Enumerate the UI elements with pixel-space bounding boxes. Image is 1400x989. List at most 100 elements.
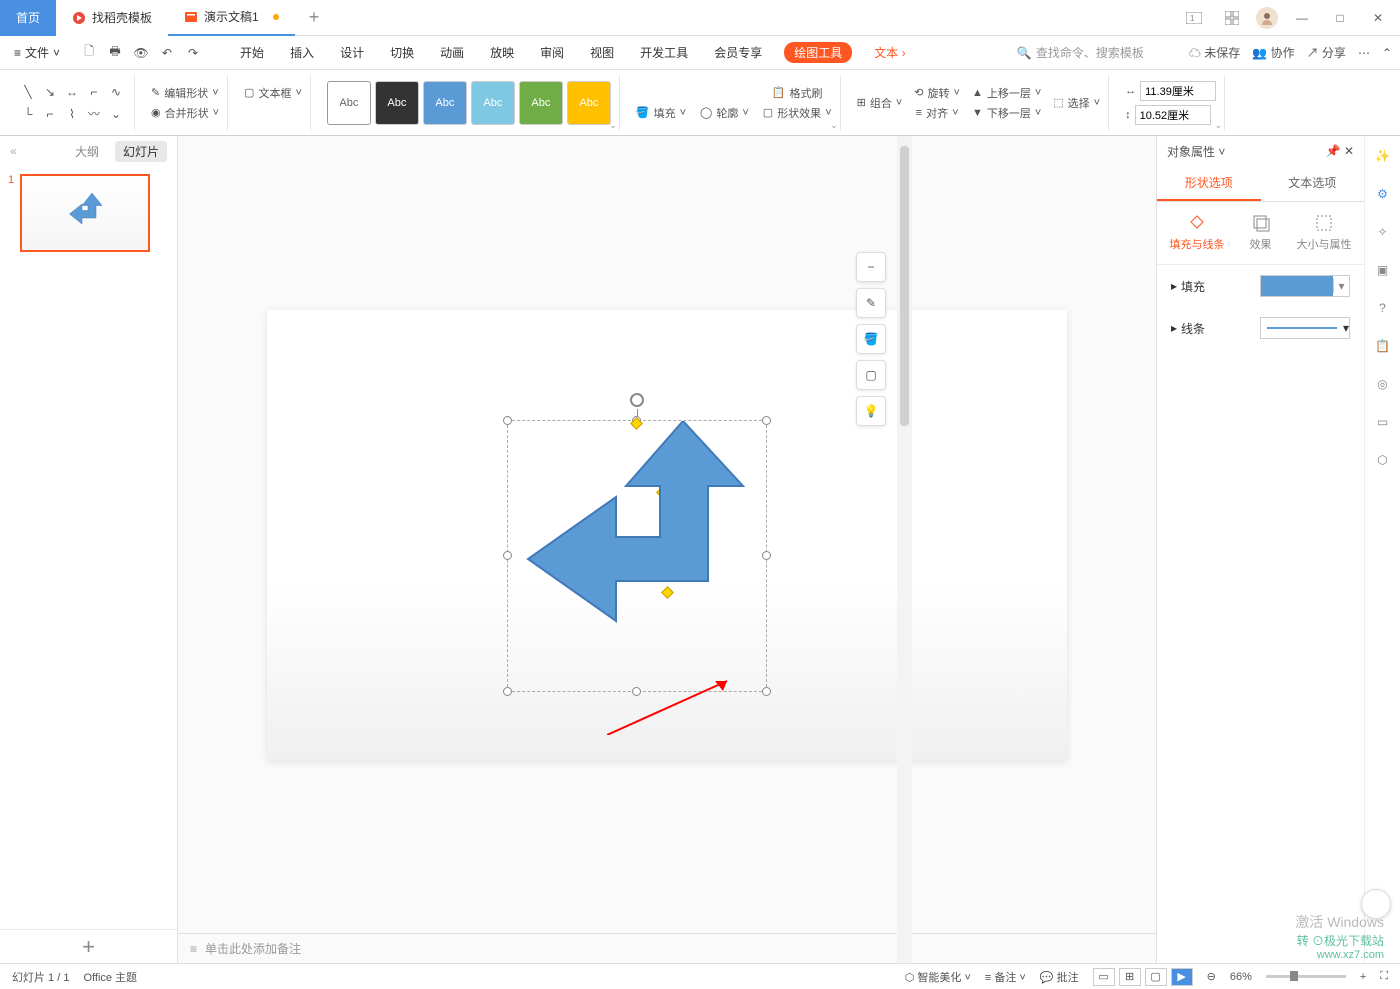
subtab-size-prop[interactable]: 大小与属性 (1297, 214, 1352, 252)
share-button[interactable]: ↗ 分享 (1307, 44, 1346, 61)
backward-button[interactable]: ▼ 下移一层 ˅ (972, 105, 1041, 121)
preview-icon[interactable]: 👁 (132, 44, 150, 62)
fill-button[interactable]: 🪣填充˅ (636, 105, 686, 121)
shape-effect-button[interactable]: ▢ 形状效果 ˅ (763, 105, 832, 121)
select-button[interactable]: ⬚选择˅ (1053, 85, 1100, 121)
elbow-icon[interactable]: ⌐ (84, 82, 104, 102)
location-icon[interactable]: ◎ (1373, 374, 1393, 394)
clipboard-icon[interactable]: 📋 (1373, 336, 1393, 356)
coop-button[interactable]: 👥 协作 (1252, 44, 1294, 61)
close-panel-icon[interactable]: ✕ (1344, 144, 1354, 158)
tab-template[interactable]: 找稻壳模板 (56, 0, 168, 36)
star-icon[interactable]: ✧ (1373, 222, 1393, 242)
notes-bar[interactable]: ≡ 单击此处添加备注 (178, 933, 1156, 963)
print-icon[interactable]: 🖶 (106, 44, 124, 62)
line-style-swatch[interactable]: ▾ (1260, 317, 1350, 339)
align-button[interactable]: ≡ 对齐 ˅ (916, 105, 959, 121)
arrow-shape[interactable] (508, 421, 768, 693)
tab-slides[interactable]: 幻灯片 (115, 141, 167, 162)
redo-icon[interactable]: ↷ (184, 44, 202, 62)
width-field[interactable]: ↔ (1125, 81, 1216, 101)
subtab-fill-line[interactable]: 填充与线条 (1170, 214, 1225, 252)
outline-button[interactable]: ◯轮廓˅ (700, 105, 749, 121)
menu-transition[interactable]: 切换 (386, 42, 418, 63)
tab-text-options[interactable]: 文本选项 (1261, 166, 1365, 201)
undo-icon[interactable]: ↶ (158, 44, 176, 62)
menu-text-tools[interactable]: 文本 › (870, 42, 909, 63)
shape-style-3[interactable]: Abc (423, 81, 467, 125)
more-lines-icon[interactable]: ⌄ (106, 104, 126, 124)
tab-outline[interactable]: 大纲 (75, 143, 99, 160)
minimize-button[interactable]: — (1288, 4, 1316, 32)
section-fill[interactable]: ▸ 填充 ▾ (1157, 265, 1364, 307)
section-line[interactable]: ▸ 线条 ▾ (1157, 307, 1364, 349)
float-outline-icon[interactable]: ▢ (856, 360, 886, 390)
menu-drawing-tools[interactable]: 绘图工具 (784, 42, 852, 63)
menu-view[interactable]: 视图 (586, 42, 618, 63)
edit-shape-button[interactable]: ✎ 编辑形状 ˅ (151, 85, 219, 101)
add-slide-button[interactable]: + (0, 929, 177, 963)
reading-mode-icon[interactable]: 1 (1180, 4, 1208, 32)
chevron-up-icon[interactable]: ⌃ (1382, 46, 1392, 60)
vertical-scrollbar[interactable] (897, 136, 912, 963)
height-input[interactable] (1135, 105, 1211, 125)
shape-style-5[interactable]: Abc (519, 81, 563, 125)
format-painter-button[interactable]: 📋 格式刷 (772, 85, 823, 101)
arrow-icon[interactable]: ↘ (40, 82, 60, 102)
selection-box[interactable] (507, 420, 767, 692)
view-normal-icon[interactable]: ▭ (1093, 968, 1115, 986)
fit-screen-icon[interactable]: ⛶ (1380, 970, 1388, 983)
smart-beautify-button[interactable]: ⬡ 智能美化 ˅ (905, 969, 971, 985)
rotation-handle[interactable] (630, 393, 644, 407)
line-icon[interactable]: ╲ (18, 82, 38, 102)
width-input[interactable] (1140, 81, 1216, 101)
zoom-out-icon[interactable]: ⊖ (1207, 970, 1216, 983)
menu-slideshow[interactable]: 放映 (486, 42, 518, 63)
shape-style-1[interactable]: Abc (327, 81, 371, 125)
tab-home[interactable]: 首页 (0, 0, 56, 36)
help-icon[interactable]: ? (1373, 298, 1393, 318)
settings-slider-icon[interactable]: ⚙ (1373, 184, 1393, 204)
curve-icon[interactable]: ∿ (106, 82, 126, 102)
expand-size-icon[interactable]: ⌄ (1215, 120, 1223, 131)
maximize-button[interactable]: □ (1326, 4, 1354, 32)
thumb-1[interactable]: 1 (8, 174, 169, 252)
close-button[interactable]: ✕ (1364, 4, 1392, 32)
zoom-value[interactable]: 66% (1230, 971, 1252, 983)
view-play-icon[interactable]: ▶ (1171, 968, 1193, 986)
connector2-icon[interactable]: ⌐ (40, 104, 60, 124)
app-grid-icon[interactable] (1218, 4, 1246, 32)
double-arrow-icon[interactable]: ↔ (62, 82, 82, 102)
menu-insert[interactable]: 插入 (286, 42, 318, 63)
pin-icon[interactable]: 📌 (1326, 144, 1341, 158)
shape-style-4[interactable]: Abc (471, 81, 515, 125)
rotate-button[interactable]: ⟲ 旋转 ˅ (914, 85, 960, 101)
shape-style-2[interactable]: Abc (375, 81, 419, 125)
tab-shape-options[interactable]: 形状选项 (1157, 166, 1261, 201)
unsaved-button[interactable]: ☁ 未保存 (1189, 44, 1240, 61)
notes-button[interactable]: ≡ 备注 ˅ (985, 969, 1026, 985)
menu-animation[interactable]: 动画 (436, 42, 468, 63)
freeform-icon[interactable]: ⌇ (62, 104, 82, 124)
connector-icon[interactable]: └ (18, 104, 38, 124)
layers-icon[interactable]: ▣ (1373, 260, 1393, 280)
zoom-slider[interactable] (1266, 975, 1346, 978)
float-collapse-icon[interactable]: − (856, 252, 886, 282)
collapse-panel-icon[interactable]: « (10, 144, 17, 158)
expand-styles-icon[interactable]: ⌄ (609, 120, 617, 131)
zoom-in-icon[interactable]: + (1360, 971, 1366, 983)
expand-format-icon[interactable]: ⌄ (830, 120, 838, 131)
shape-style-6[interactable]: Abc (567, 81, 611, 125)
merge-shape-button[interactable]: ◉ 合并形状 ˅ (151, 105, 219, 121)
float-bucket-icon[interactable]: 🪣 (856, 324, 886, 354)
sparkle-icon[interactable]: ✨ (1373, 146, 1393, 166)
subtab-effect[interactable]: 效果 (1250, 214, 1272, 252)
slide[interactable] (267, 310, 1067, 760)
user-avatar-icon[interactable] (1256, 7, 1278, 29)
float-idea-icon[interactable]: 💡 (856, 396, 886, 426)
menu-review[interactable]: 审阅 (536, 42, 568, 63)
menu-design[interactable]: 设计 (336, 42, 368, 63)
tab-document[interactable]: 演示文稿1 (168, 0, 295, 36)
view-sorter-icon[interactable]: ⊞ (1119, 968, 1141, 986)
file-menu[interactable]: ≡ 文件 ˅ (8, 44, 66, 61)
